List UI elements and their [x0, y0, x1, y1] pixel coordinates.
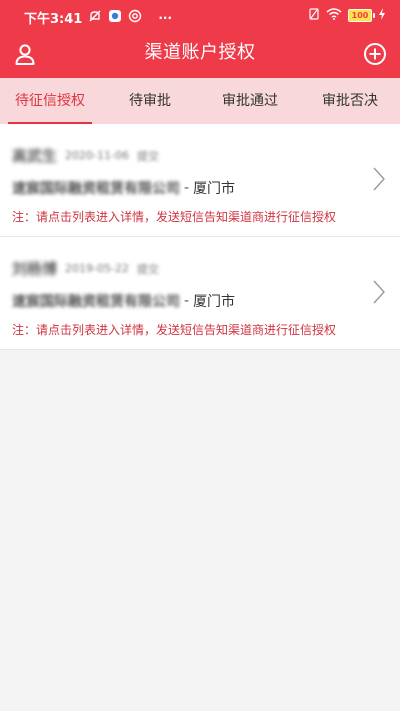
title-bar: 渠道账户授权 — [0, 32, 400, 78]
applicant-name: 刘杨博 — [12, 260, 58, 278]
tab-bar: 待征信授权 待审批 审批通过 审批否决 — [0, 78, 400, 124]
chevron-right-icon — [372, 279, 386, 305]
mute-icon — [88, 9, 102, 26]
authorization-list: 高武生 2020-11-06 提交 速宸国际融资租赁有限公司 - 厦门市 注：请… — [0, 124, 400, 350]
city: 厦门市 — [193, 181, 236, 197]
applicant-name: 高武生 — [12, 147, 58, 165]
submit-date: 2019-05-22 — [65, 262, 129, 275]
chevron-right-icon — [372, 166, 386, 192]
item-company-row: 速宸国际融资租赁有限公司 - 厦门市 — [12, 178, 235, 198]
vpn-icon — [128, 9, 142, 26]
separator: - — [184, 293, 190, 309]
separator: - — [184, 180, 190, 196]
status-right: 100 — [308, 8, 386, 23]
wifi-icon — [326, 8, 342, 23]
tab-pending-approval[interactable]: 待审批 — [100, 78, 200, 124]
company-name: 速宸国际融资租赁有限公司 — [12, 181, 180, 197]
item-header: 高武生 2020-11-06 提交 — [12, 145, 159, 166]
app-header: 下午3:41 ··· 100 渠道账户授权 — [0, 0, 400, 78]
list-item[interactable]: 刘杨博 2019-05-22 提交 速宸国际融资租赁有限公司 - 厦门市 注：请… — [0, 237, 400, 350]
add-icon[interactable] — [363, 42, 387, 66]
page-title: 渠道账户授权 — [144, 42, 256, 63]
battery-icon: 100 — [348, 9, 375, 22]
more-dots: ··· — [158, 10, 173, 25]
sim-icon — [308, 8, 320, 23]
item-company-row: 速宸国际融资租赁有限公司 - 厦门市 — [12, 291, 235, 311]
charging-icon — [378, 8, 386, 23]
app-notification-icon — [108, 9, 122, 26]
tab-rejected[interactable]: 审批否决 — [300, 78, 400, 124]
item-header: 刘杨博 2019-05-22 提交 — [12, 258, 159, 279]
city: 厦门市 — [193, 294, 236, 310]
submit-label: 提交 — [136, 262, 159, 276]
list-item[interactable]: 高武生 2020-11-06 提交 速宸国际融资租赁有限公司 - 厦门市 注：请… — [0, 124, 400, 237]
tab-approved[interactable]: 审批通过 — [200, 78, 300, 124]
item-note: 注：请点击列表进入详情，发送短信告知渠道商进行征信授权 — [12, 210, 337, 224]
submit-label: 提交 — [136, 149, 159, 163]
tab-pending-credit-auth[interactable]: 待征信授权 — [0, 78, 100, 124]
item-note: 注：请点击列表进入详情，发送短信告知渠道商进行征信授权 — [12, 323, 337, 337]
status-left: 下午3:41 ··· — [24, 8, 172, 27]
submit-date: 2020-11-06 — [65, 149, 129, 162]
status-bar: 下午3:41 ··· 100 — [0, 0, 400, 32]
status-time: 下午3:41 — [24, 12, 83, 27]
company-name: 速宸国际融资租赁有限公司 — [12, 294, 180, 310]
